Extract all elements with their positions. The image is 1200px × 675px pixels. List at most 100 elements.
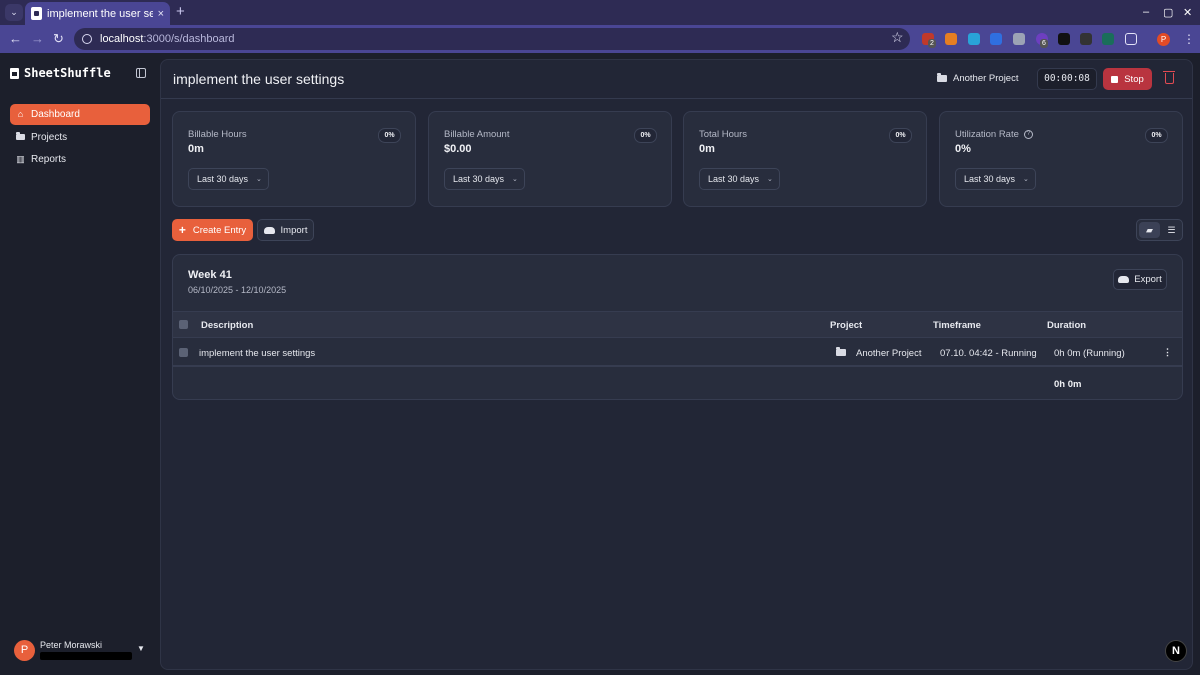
- stop-label: Stop: [1124, 73, 1144, 85]
- stat-label: Utilization Rate?: [955, 129, 1033, 140]
- chevron-down-icon: ⌄: [767, 176, 773, 183]
- address-bar[interactable]: localhost:3000/s/dashboard: [74, 28, 910, 50]
- sidebar: SheetShuffle ⌂ Dashboard Projects ▥ Repo…: [0, 53, 160, 675]
- range-select[interactable]: Last 30 days ⌄: [188, 168, 269, 190]
- profile-avatar[interactable]: P: [1157, 33, 1170, 46]
- browser-tab[interactable]: implement the user settings ×: [25, 2, 170, 25]
- tab-close-button[interactable]: ×: [158, 8, 164, 20]
- window-close-button[interactable]: ✕: [1183, 6, 1192, 19]
- entry-duration: 0h 0m (Running): [1054, 348, 1125, 359]
- entry-description: implement the user settings: [199, 348, 316, 359]
- stat-value: 0m: [699, 143, 715, 155]
- running-project-label: Another Project: [953, 73, 1019, 84]
- folder-icon: [16, 132, 25, 142]
- brand-name: SheetShuffle: [24, 66, 111, 80]
- sidebar-item-label: Dashboard: [31, 109, 80, 120]
- view-toggle: ▰ ☰: [1136, 219, 1183, 241]
- sidebar-item-reports[interactable]: ▥ Reports: [10, 149, 150, 170]
- new-tab-button[interactable]: +: [176, 3, 185, 20]
- select-all-checkbox[interactable]: [179, 320, 188, 329]
- range-select-value: Last 30 days: [197, 174, 249, 184]
- stop-button[interactable]: Stop: [1103, 68, 1152, 90]
- browser-toolbar: ← → ↻ localhost:3000/s/dashboard ☆ 2 6 P…: [0, 25, 1200, 53]
- week-card: Week 41 06/10/2025 - 12/10/2025 Export D…: [172, 254, 1183, 400]
- extension-icon[interactable]: [1102, 33, 1114, 45]
- sidebar-item-label: Projects: [31, 131, 68, 143]
- brand-logo[interactable]: SheetShuffle: [10, 66, 111, 80]
- total-duration: 0h 0m: [1054, 379, 1082, 390]
- minimize-button[interactable]: –: [1143, 6, 1149, 18]
- chevron-down-icon: ⌄: [256, 176, 262, 183]
- stat-label-text: Utilization Rate: [955, 129, 1019, 140]
- range-select[interactable]: Last 30 days ⌄: [955, 168, 1036, 190]
- running-project[interactable]: Another Project: [937, 73, 1018, 84]
- entry-project: Another Project: [836, 347, 921, 359]
- tab-search-button[interactable]: ⌄: [5, 4, 23, 21]
- forward-icon[interactable]: →: [31, 31, 44, 46]
- week-date-range: 06/10/2025 - 12/10/2025: [188, 285, 287, 295]
- row-checkbox[interactable]: [179, 348, 188, 357]
- extensions-puzzle-icon[interactable]: [1125, 33, 1137, 45]
- stop-icon: [1111, 75, 1119, 83]
- browser-menu-icon[interactable]: ⋮: [1183, 32, 1195, 46]
- stat-value: $0.00: [444, 143, 472, 155]
- extension-icon[interactable]: [1013, 33, 1025, 45]
- import-label: Import: [280, 224, 308, 236]
- stat-value: 0%: [955, 143, 971, 155]
- view-list-icon[interactable]: ☰: [1161, 222, 1182, 238]
- sidebar-item-dashboard[interactable]: ⌂ Dashboard: [10, 104, 150, 125]
- url-host: localhost: [100, 33, 144, 45]
- range-select[interactable]: Last 30 days ⌄: [444, 168, 525, 190]
- running-timer: 00:00:08: [1037, 68, 1097, 90]
- dev-tools-badge[interactable]: N: [1165, 640, 1187, 662]
- column-header[interactable]: Description: [201, 320, 253, 331]
- user-menu[interactable]: P Peter Morawski ▼: [14, 639, 149, 663]
- create-entry-button[interactable]: + Create Entry: [172, 219, 253, 241]
- column-header[interactable]: Timeframe: [933, 320, 981, 331]
- redacted-email: [40, 652, 132, 660]
- chevron-down-icon: ⌄: [1023, 176, 1029, 183]
- reload-icon[interactable]: ↻: [53, 31, 64, 47]
- table-footer: 0h 0m: [173, 369, 1182, 399]
- page-title: implement the user settings: [173, 71, 345, 87]
- browser-tab-bar: ⌄ implement the user settings × + – ▢ ✕: [0, 0, 1200, 25]
- week-title: Week 41: [188, 269, 232, 281]
- stat-value: 0m: [188, 143, 204, 155]
- table-row[interactable]: implement the user settings Another Proj…: [173, 338, 1182, 367]
- column-header[interactable]: Project: [830, 320, 862, 331]
- stat-label-text: Total Hours: [699, 129, 748, 140]
- help-icon[interactable]: ?: [1023, 130, 1033, 139]
- bar-chart-icon: ▥: [16, 154, 25, 164]
- import-button[interactable]: Import: [257, 219, 314, 241]
- site-info-icon[interactable]: [82, 34, 92, 44]
- back-icon[interactable]: ←: [9, 31, 22, 46]
- stat-change-badge: 0%: [634, 128, 657, 143]
- sidebar-item-projects[interactable]: Projects: [10, 127, 150, 148]
- chevron-down-icon: ⌄: [512, 176, 518, 183]
- stat-change-badge: 0%: [1145, 128, 1168, 143]
- stat-label-text: Billable Hours: [188, 129, 247, 140]
- sidebar-toggle-icon[interactable]: [136, 68, 146, 78]
- bookmark-star-icon[interactable]: ☆: [891, 29, 904, 46]
- column-header[interactable]: Duration: [1047, 320, 1086, 331]
- avatar: P: [14, 640, 35, 661]
- delete-entry-icon[interactable]: [1163, 71, 1175, 84]
- cloud-upload-icon: [263, 226, 275, 234]
- caret-down-icon[interactable]: ▼: [137, 644, 145, 653]
- extension-icon[interactable]: [1058, 33, 1070, 45]
- stat-card-billable-hours: Billable Hours 0m 0% Last 30 days ⌄: [172, 111, 416, 207]
- extension-icon[interactable]: [945, 33, 957, 45]
- url-path: :3000/s/dashboard: [143, 33, 235, 45]
- extension-icon[interactable]: [1080, 33, 1092, 45]
- export-label: Export: [1134, 274, 1162, 285]
- stats-row: Billable Hours 0m 0% Last 30 days ⌄ Billa…: [172, 111, 1183, 207]
- stat-change-badge: 0%: [889, 128, 912, 143]
- row-menu-icon[interactable]: ⋮: [1163, 347, 1172, 358]
- extension-icon[interactable]: [990, 33, 1002, 45]
- view-briefcase-icon[interactable]: ▰: [1139, 222, 1160, 238]
- range-select[interactable]: Last 30 days ⌄: [699, 168, 780, 190]
- stat-label-text: Billable Amount: [444, 129, 510, 140]
- maximize-button[interactable]: ▢: [1163, 6, 1173, 19]
- extension-icon[interactable]: [968, 33, 980, 45]
- export-button[interactable]: Export: [1113, 269, 1167, 290]
